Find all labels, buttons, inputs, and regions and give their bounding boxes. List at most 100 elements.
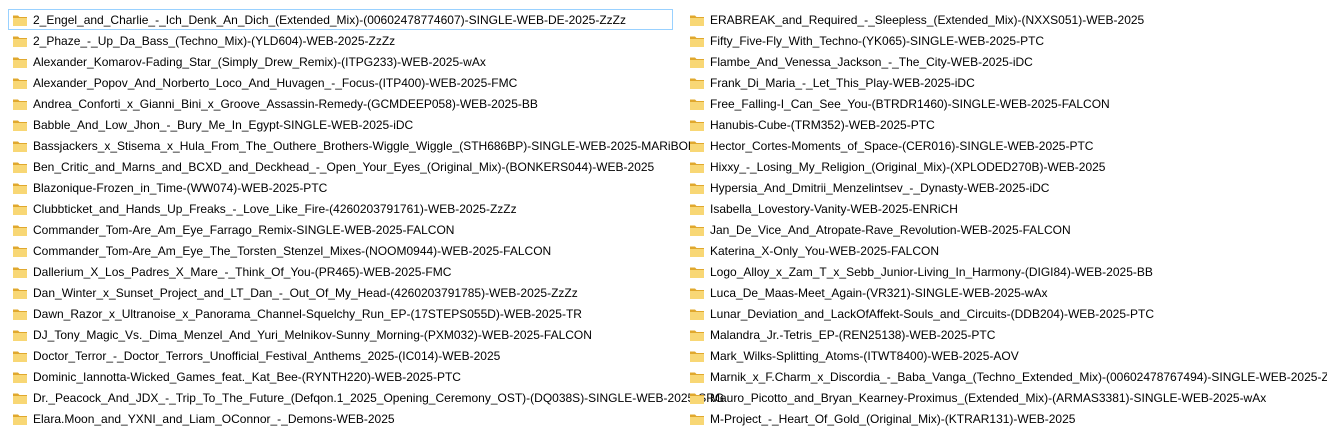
folder-item[interactable]: Ben_Critic_and_Marns_and_BCXD_and_Deckhe… (8, 156, 673, 177)
folder-name: Blazonique-Frozen_in_Time-(WW074)-WEB-20… (33, 180, 328, 195)
folder-name: Hypersia_And_Dmitrii_Menzelintsev_-_Dyna… (710, 180, 1050, 195)
folder-item[interactable]: Katerina_X-Only_You-WEB-2025-FALCON (685, 240, 1325, 261)
folder-icon (12, 390, 28, 406)
folder-item[interactable]: Commander_Tom-Are_Am_Eye_Farrago_Remix-S… (8, 219, 673, 240)
folder-item[interactable]: Logo_Alloy_x_Zam_T_x_Sebb_Junior-Living_… (685, 261, 1325, 282)
folder-name: 2_Phaze_-_Up_Da_Bass_(Techno_Mix)-(YLD60… (33, 33, 396, 48)
folder-item[interactable]: Lunar_Deviation_and_LackOfAffekt-Souls_a… (685, 303, 1325, 324)
folder-icon (12, 411, 28, 427)
folder-name: DJ_Tony_Magic_Vs._Dima_Menzel_And_Yuri_M… (33, 327, 592, 342)
folder-icon (689, 138, 705, 154)
folder-item[interactable]: Flambe_And_Venessa_Jackson_-_The_City-WE… (685, 51, 1325, 72)
folder-icon (12, 54, 28, 70)
folder-item-selected[interactable]: 2_Engel_and_Charlie_-_Ich_Denk_An_Dich_(… (8, 9, 673, 30)
folder-icon (689, 411, 705, 427)
folder-item[interactable]: Dominic_Iannotta-Wicked_Games_feat._Kat_… (8, 366, 673, 387)
folder-name: Malandra_Jr.-Tetris_EP-(REN25138)-WEB-20… (710, 327, 996, 342)
folder-icon (12, 138, 28, 154)
folder-name: Babble_And_Low_Jhon_-_Bury_Me_In_Egypt-S… (33, 117, 414, 132)
folder-item[interactable]: Hypersia_And_Dmitrii_Menzelintsev_-_Dyna… (685, 177, 1325, 198)
folder-icon (689, 327, 705, 343)
folder-item[interactable]: Dr._Peacock_And_JDX_-_Trip_To_The_Future… (8, 387, 724, 408)
folder-item[interactable]: DJ_Tony_Magic_Vs._Dima_Menzel_And_Yuri_M… (8, 324, 673, 345)
folder-name: Dawn_Razor_x_Ultranoise_x_Panorama_Chann… (33, 306, 582, 321)
folder-item[interactable]: Bassjackers_x_Stisema_x_Hula_From_The_Ou… (8, 135, 697, 156)
folder-icon (12, 159, 28, 175)
folder-icon (689, 264, 705, 280)
folder-name: Dan_Winter_x_Sunset_Project_and_LT_Dan_-… (33, 285, 578, 300)
folder-item[interactable]: Hanubis-Cube-(TRM352)-WEB-2025-PTC (685, 114, 1325, 135)
folder-name: Clubbticket_and_Hands_Up_Freaks_-_Love_L… (33, 201, 517, 216)
folder-name: Isabella_Lovestory-Vanity-WEB-2025-ENRiC… (710, 201, 958, 216)
folder-item[interactable]: M-Project_-_Heart_Of_Gold_(Original_Mix)… (685, 408, 1325, 429)
folder-icon (12, 243, 28, 259)
folder-item[interactable]: Babble_And_Low_Jhon_-_Bury_Me_In_Egypt-S… (8, 114, 673, 135)
folder-icon (689, 243, 705, 259)
file-list-pane: 2_Engel_and_Charlie_-_Ich_Denk_An_Dich_(… (8, 9, 1327, 431)
folder-name: Free_Falling-I_Can_See_You-(BTRDR1460)-S… (710, 96, 1110, 111)
folder-name: Frank_Di_Maria_-_Let_This_Play-WEB-2025-… (710, 75, 975, 90)
folder-icon (689, 369, 705, 385)
folder-name: Logo_Alloy_x_Zam_T_x_Sebb_Junior-Living_… (710, 264, 1153, 279)
folder-icon (12, 327, 28, 343)
folder-icon (12, 180, 28, 196)
folder-icon (12, 117, 28, 133)
file-column-left: 2_Engel_and_Charlie_-_Ich_Denk_An_Dich_(… (8, 9, 724, 429)
folder-name: Ben_Critic_and_Marns_and_BCXD_and_Deckhe… (33, 159, 655, 174)
folder-item[interactable]: Hector_Cortes-Moments_of_Space-(CER016)-… (685, 135, 1325, 156)
folder-name: Dallerium_X_Los_Padres_X_Mare_-_Think_Of… (33, 264, 452, 279)
folder-item[interactable]: Dan_Winter_x_Sunset_Project_and_LT_Dan_-… (8, 282, 673, 303)
folder-name: Flambe_And_Venessa_Jackson_-_The_City-WE… (710, 54, 1033, 69)
folder-icon (689, 390, 705, 406)
folder-item[interactable]: Isabella_Lovestory-Vanity-WEB-2025-ENRiC… (685, 198, 1325, 219)
folder-item[interactable]: Alexander_Komarov-Fading_Star_(Simply_Dr… (8, 51, 673, 72)
folder-name: Andrea_Conforti_x_Gianni_Bini_x_Groove_A… (33, 96, 538, 111)
folder-item[interactable]: Malandra_Jr.-Tetris_EP-(REN25138)-WEB-20… (685, 324, 1325, 345)
folder-name: Mark_Wilks-Splitting_Atoms-(ITWT8400)-WE… (710, 348, 1019, 363)
folder-item[interactable]: Clubbticket_and_Hands_Up_Freaks_-_Love_L… (8, 198, 673, 219)
folder-icon (689, 159, 705, 175)
folder-name: Jan_De_Vice_And_Atropate-Rave_Revolution… (710, 222, 1071, 237)
folder-icon (689, 12, 705, 28)
folder-item[interactable]: Hixxy_-_Losing_My_Religion_(Original_Mix… (685, 156, 1325, 177)
folder-icon (12, 222, 28, 238)
folder-icon (12, 369, 28, 385)
folder-item[interactable]: Fifty_Five-Fly_With_Techno-(YK065)-SINGL… (685, 30, 1325, 51)
folder-name: Hixxy_-_Losing_My_Religion_(Original_Mix… (710, 159, 1106, 174)
folder-icon (12, 306, 28, 322)
folder-name: Katerina_X-Only_You-WEB-2025-FALCON (710, 243, 939, 258)
folder-name: 2_Engel_and_Charlie_-_Ich_Denk_An_Dich_(… (33, 12, 626, 27)
folder-item[interactable]: Dallerium_X_Los_Padres_X_Mare_-_Think_Of… (8, 261, 673, 282)
folder-icon (12, 33, 28, 49)
folder-item[interactable]: Commander_Tom-Are_Am_Eye_The_Torsten_Ste… (8, 240, 673, 261)
folder-item[interactable]: Luca_De_Maas-Meet_Again-(VR321)-SINGLE-W… (685, 282, 1325, 303)
folder-item[interactable]: Andrea_Conforti_x_Gianni_Bini_x_Groove_A… (8, 93, 673, 114)
folder-name: Doctor_Terror_-_Doctor_Terrors_Unofficia… (33, 348, 501, 363)
folder-item[interactable]: Alexander_Popov_And_Norberto_Loco_And_Hu… (8, 72, 673, 93)
folder-icon (689, 117, 705, 133)
folder-item[interactable]: Frank_Di_Maria_-_Let_This_Play-WEB-2025-… (685, 72, 1325, 93)
folder-item[interactable]: Blazonique-Frozen_in_Time-(WW074)-WEB-20… (8, 177, 673, 198)
folder-item[interactable]: Dawn_Razor_x_Ultranoise_x_Panorama_Chann… (8, 303, 673, 324)
folder-name: Commander_Tom-Are_Am_Eye_The_Torsten_Ste… (33, 243, 552, 258)
folder-name: Fifty_Five-Fly_With_Techno-(YK065)-SINGL… (710, 33, 1045, 48)
folder-item[interactable]: Mauro_Picotto_and_Bryan_Kearney-Proximus… (685, 387, 1325, 408)
folder-icon (689, 348, 705, 364)
folder-name: Elara.Moon_and_YXNI_and_Liam_OConnor_-_D… (33, 411, 395, 426)
folder-name: Hanubis-Cube-(TRM352)-WEB-2025-PTC (710, 117, 935, 132)
folder-name: M-Project_-_Heart_Of_Gold_(Original_Mix)… (710, 411, 1076, 426)
folder-icon (689, 33, 705, 49)
folder-item[interactable]: Mark_Wilks-Splitting_Atoms-(ITWT8400)-WE… (685, 345, 1325, 366)
folder-item[interactable]: ERABREAK_and_Required_-_Sleepless_(Exten… (685, 9, 1325, 30)
folder-item[interactable]: Marnik_x_F.Charm_x_Discordia_-_Baba_Vang… (685, 366, 1327, 387)
folder-icon (12, 201, 28, 217)
folder-icon (689, 201, 705, 217)
folder-icon (689, 180, 705, 196)
folder-item[interactable]: Doctor_Terror_-_Doctor_Terrors_Unofficia… (8, 345, 673, 366)
folder-name: ERABREAK_and_Required_-_Sleepless_(Exten… (710, 12, 1145, 27)
folder-item[interactable]: Jan_De_Vice_And_Atropate-Rave_Revolution… (685, 219, 1325, 240)
folder-name: Mauro_Picotto_and_Bryan_Kearney-Proximus… (710, 390, 1267, 405)
folder-item[interactable]: 2_Phaze_-_Up_Da_Bass_(Techno_Mix)-(YLD60… (8, 30, 673, 51)
folder-item[interactable]: Elara.Moon_and_YXNI_and_Liam_OConnor_-_D… (8, 408, 673, 429)
folder-item[interactable]: Free_Falling-I_Can_See_You-(BTRDR1460)-S… (685, 93, 1325, 114)
